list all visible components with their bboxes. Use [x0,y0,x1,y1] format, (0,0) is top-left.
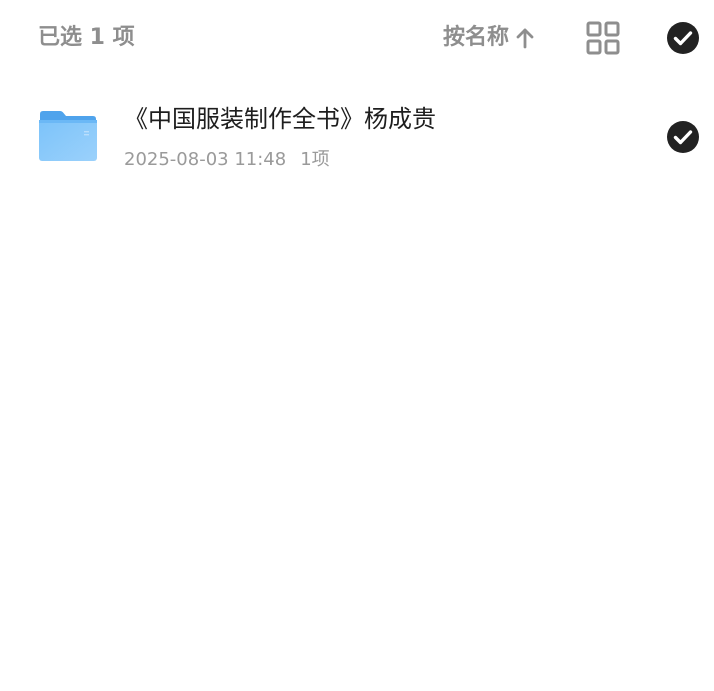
selection-toolbar: 已选 1 项 按名称 [0,0,714,76]
arrow-up-icon [516,28,534,49]
item-selected-check-icon[interactable] [666,120,700,154]
file-item-count: 1项 [300,149,330,170]
folder-icon [39,111,97,161]
select-all-check-icon[interactable] [666,21,700,55]
selection-count-label: 已选 1 项 [38,25,135,50]
sort-by-name-button[interactable]: 按名称 [443,22,535,54]
file-name: 《中国服装制作全书》杨成贵 [124,105,436,133]
sort-label: 按名称 [443,25,510,50]
file-meta: 2025-08-03 11:48 1项 [124,147,330,173]
file-list-item[interactable]: 《中国服装制作全书》杨成贵 2025-08-03 11:48 1项 [0,96,714,182]
grid-view-icon[interactable] [585,20,621,56]
file-modified-time: 2025-08-03 11:48 [124,149,287,170]
